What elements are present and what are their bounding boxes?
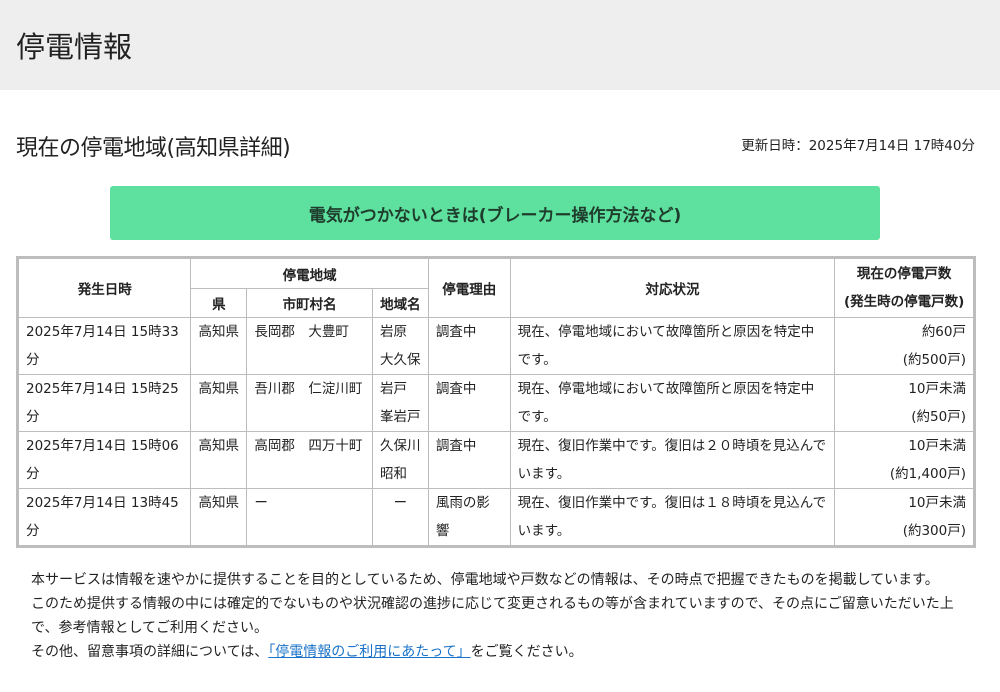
cell-pref: 高知県 [190,374,248,432]
usage-terms-link[interactable]: 「停電情報のご利用にあたって」 [268,644,470,660]
note-paragraph: このため提供する情報の中には確定的でないものや状況確認の進捗に応じて変更されるも… [31,596,954,636]
outage-table-container: 発生日時 停電地域 停電理由 対応状況 現在の停電戸数 (発生時の停電戸数) 県… [16,256,976,548]
district-line: 岩原 [379,324,407,340]
count-initial: (約1,400戸) [889,466,966,482]
table-row: 2025年7月14日 15時06分 高知県 高岡郡 四万十町 久保川 昭和 調査… [16,431,975,489]
header-reason: 停電理由 [427,257,511,318]
notes-section: 本サービスは情報を速やかに提供することを目的としているため、停電地域や戸数などの… [31,568,966,664]
cell-pref: 高知県 [190,317,248,375]
header-count: 現在の停電戸数 (発生時の停電戸数) [834,257,975,318]
count-initial: (約300戸) [902,523,966,539]
cell-reason: 調査中 [427,374,511,432]
note-paragraph-link: その他、留意事項の詳細については、「停電情報のご利用にあたって」をご覧ください。 [31,640,966,664]
table-row: 2025年7月14日 15時25分 高知県 吾川郡 仁淀川町 岩戸 峯岩戸 調査… [16,374,975,432]
count-initial: (約500戸) [902,352,966,368]
cell-count: 10戸未満 (約1,400戸) [834,431,975,489]
cell-count: 10戸未満 (約50戸) [834,374,975,432]
cell-reason: 風雨の影響 [427,488,511,547]
cell-pref: 高知県 [190,431,248,489]
subhead: 現在の停電地域(高知県詳細) 更新日時：2025年7月14日 17時40分 [0,90,1000,186]
cell-pref: 高知県 [190,488,248,547]
cell-status: 現在、停電地域において故障箇所と原因を特定中です。 [509,317,836,375]
header-status: 対応状況 [509,257,836,318]
cell-city: 吾川郡 仁淀川町 [246,374,373,432]
count-current: 10戸未満 [908,438,966,454]
cell-status: 現在、復旧作業中です。復旧は２０時頃を見込んでいます。 [509,431,836,489]
cell-count: 約60戸 (約500戸) [834,317,975,375]
header-city: 市町村名 [246,288,373,318]
table-row: 2025年7月14日 15時33分 高知県 長岡郡 大豊町 岩原 大久保 調査中… [16,317,975,375]
header-count-initial: (発生時の停電戸数) [844,294,965,310]
district-line: ー [393,495,408,511]
cell-datetime: 2025年7月14日 15時33分 [16,317,192,375]
district-line: 昭和 [379,466,407,482]
count-current: 10戸未満 [908,381,966,397]
cell-district: 岩戸 峯岩戸 [371,374,429,432]
page-header: 停電情報 [0,0,1000,90]
cell-district: 久保川 昭和 [371,431,429,489]
cell-status: 現在、停電地域において故障箇所と原因を特定中です。 [509,374,836,432]
note-paragraph: 本サービスは情報を速やかに提供することを目的としているため、停電地域や戸数などの… [31,572,939,588]
header-count-current: 現在の停電戸数 [856,266,952,282]
cell-datetime: 2025年7月14日 15時06分 [16,431,192,489]
table-row: 2025年7月14日 13時45分 高知県 ー ー 風雨の影響 現在、復旧作業中… [16,488,975,547]
header-datetime: 発生日時 [16,257,192,318]
note-text: をご覧ください。 [470,644,583,660]
cell-count: 10戸未満 (約300戸) [834,488,975,547]
outage-table: 発生日時 停電地域 停電理由 対応状況 現在の停電戸数 (発生時の停電戸数) 県… [16,256,976,548]
cell-datetime: 2025年7月14日 15時25分 [16,374,192,432]
note-text: その他、留意事項の詳細については、 [31,644,269,660]
district-line: 峯岩戸 [379,409,421,425]
cell-reason: 調査中 [427,317,511,375]
cell-reason: 調査中 [427,431,511,489]
district-line: 大久保 [379,352,421,368]
district-line: 岩戸 [379,381,407,397]
count-current: 約60戸 [921,324,966,340]
cell-city: 長岡郡 大豊町 [246,317,373,375]
cell-status: 現在、復旧作業中です。復旧は１８時頃を見込んでいます。 [509,488,836,547]
header-area: 停電地域 [190,257,429,289]
count-initial: (約50戸) [911,409,966,425]
district-line: 久保川 [379,438,421,454]
cell-district: ー [371,488,429,547]
count-current: 10戸未満 [908,495,966,511]
cell-city: ー [246,488,373,547]
header-district: 地域名 [371,288,429,318]
header-pref: 県 [190,288,248,318]
cell-datetime: 2025年7月14日 13時45分 [16,488,192,547]
cell-district: 岩原 大久保 [371,317,429,375]
updated-timestamp: 更新日時：2025年7月14日 17時40分 [741,138,975,154]
section-title: 現在の停電地域(高知県詳細) [16,136,291,161]
cell-city: 高岡郡 四万十町 [246,431,373,489]
page-title: 停電情報 [16,30,133,64]
breaker-help-button[interactable]: 電気がつかないときは(ブレーカー操作方法など) [110,186,880,240]
